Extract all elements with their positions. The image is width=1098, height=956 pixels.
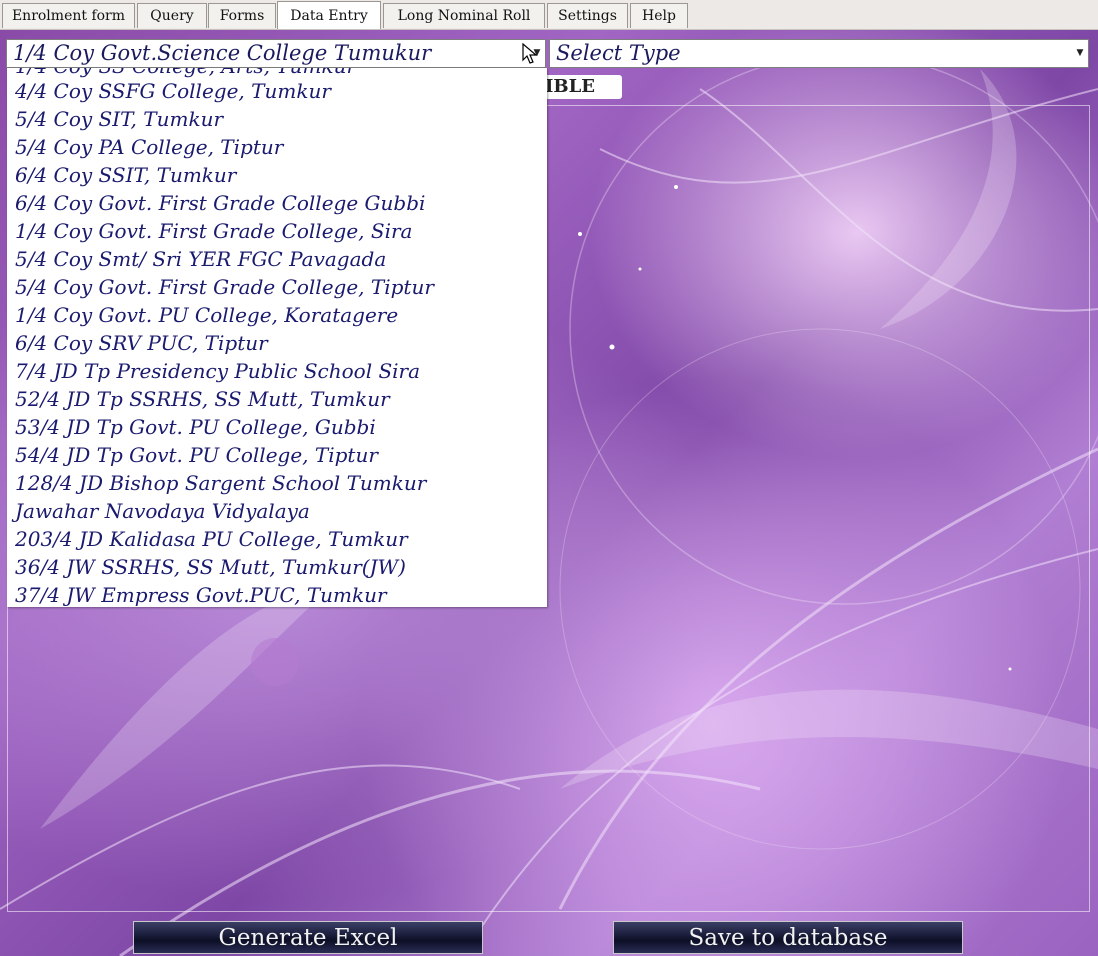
type-select-value: Select Type <box>556 41 681 65</box>
tab-settings[interactable]: Settings <box>547 3 628 28</box>
list-item[interactable]: 53/4 JD Tp Govt. PU College, Gubbi <box>15 413 376 441</box>
generate-excel-button[interactable]: Generate Excel <box>133 921 483 954</box>
save-to-database-button[interactable]: Save to database <box>613 921 963 954</box>
list-item[interactable]: 128/4 JD Bishop Sargent School Tumkur <box>15 469 426 497</box>
list-item[interactable]: 5/4 Coy Govt. First Grade College, Tiptu… <box>15 273 434 301</box>
tab-bar: Enrolment form Query Forms Data Entry Lo… <box>0 0 1098 30</box>
list-item[interactable]: 6/4 Coy SRV PUC, Tiptur <box>15 329 268 357</box>
list-item[interactable]: 203/4 JD Kalidasa PU College, Tumkur <box>15 525 408 553</box>
unit-select-value: 1/4 Coy Govt.Science College Tumukur <box>13 41 432 65</box>
tab-enrolment-form[interactable]: Enrolment form <box>2 3 135 28</box>
list-item[interactable]: 5/4 Coy Smt/ Sri YER FGC Pavagada <box>15 245 386 273</box>
list-item[interactable]: 52/4 JD Tp SSRHS, SS Mutt, Tumkur <box>15 385 390 413</box>
list-item[interactable]: 1/4 Coy Govt. First Grade College, Sira <box>15 217 412 245</box>
tab-help[interactable]: Help <box>630 3 688 28</box>
list-item[interactable]: 1/4 Coy Govt. PU College, Koratagere <box>15 301 398 329</box>
list-item[interactable]: 7/4 JD Tp Presidency Public School Sira <box>15 357 420 385</box>
type-select[interactable]: Select Type ▼ <box>549 39 1089 68</box>
unit-select[interactable]: 1/4 Coy Govt.Science College Tumukur ▼ <box>6 39 546 68</box>
list-item[interactable]: Jawahar Navodaya Vidyalaya <box>15 497 310 525</box>
list-item[interactable]: 54/4 JD Tp Govt. PU College, Tiptur <box>15 441 378 469</box>
list-item[interactable]: 6/4 Coy SSIT, Tumkur <box>15 161 236 189</box>
chevron-down-icon[interactable]: ▼ <box>1074 42 1086 65</box>
list-item[interactable]: 5/4 Coy SIT, Tumkur <box>15 105 223 133</box>
tab-long-nominal-roll[interactable]: Long Nominal Roll <box>383 3 545 28</box>
tab-forms[interactable]: Forms <box>208 3 276 28</box>
list-item[interactable]: 4/4 Coy SSFG College, Tumkur <box>15 77 331 105</box>
mouse-cursor-icon <box>522 43 538 64</box>
tab-query[interactable]: Query <box>137 3 207 28</box>
list-item[interactable]: 5/4 Coy PA College, Tiptur <box>15 133 283 161</box>
list-item[interactable]: 36/4 JW SSRHS, SS Mutt, Tumkur(JW) <box>15 553 406 581</box>
list-item[interactable]: 6/4 Coy Govt. First Grade College Gubbi <box>15 189 425 217</box>
list-item[interactable]: 37/4 JW Empress Govt.PUC, Tumkur <box>15 581 387 607</box>
unit-dropdown-list[interactable]: 1/4 Coy SS College, Arts, Tumkur 4/4 Coy… <box>7 68 547 607</box>
tab-data-entry[interactable]: Data Entry <box>277 1 381 29</box>
